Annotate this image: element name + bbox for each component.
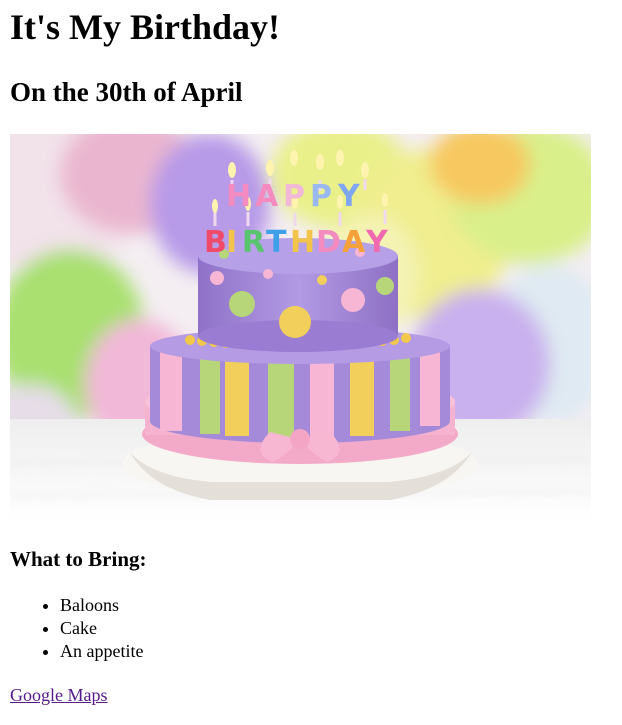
page-title: It's My Birthday! [10, 7, 280, 47]
list-item: Cake [60, 617, 143, 640]
cake-letter: A [255, 179, 279, 214]
cake-letter: R [242, 225, 265, 260]
cake-letter: P [283, 179, 305, 214]
cake-letter: T [266, 225, 287, 260]
list-item: An appetite [60, 640, 143, 663]
cake-letter: Y [337, 179, 361, 214]
cake-letter: H [290, 225, 315, 260]
cake-letter: Y [365, 225, 389, 260]
cake-letter: I [226, 225, 237, 260]
cake-letter: P [310, 179, 332, 214]
cake-letter: A [342, 225, 366, 260]
cake-letter: B [204, 225, 227, 260]
cake-letter: H [226, 179, 251, 214]
what-to-bring-list: Baloons Cake An appetite [10, 594, 143, 663]
event-date: On the 30th of April [10, 77, 243, 107]
what-to-bring-heading: What to Bring: [10, 547, 147, 571]
cake-letter: D [316, 225, 341, 260]
google-maps-link[interactable]: Google Maps [10, 684, 108, 707]
list-item: Baloons [60, 594, 143, 617]
birthday-cake-image: H A P P Y B I R T H D A Y [10, 134, 591, 521]
